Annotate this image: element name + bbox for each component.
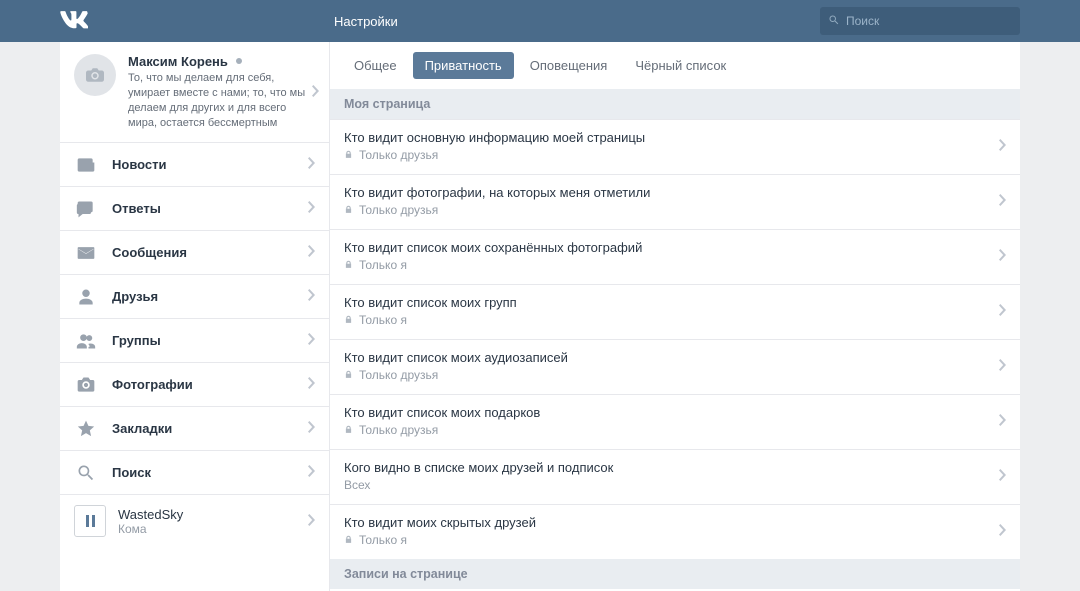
nav-label: Поиск (112, 465, 151, 480)
nav-label: Сообщения (112, 245, 187, 260)
chevron-right-icon (308, 245, 315, 260)
setting-value: Только друзья (344, 148, 999, 162)
page-title: Настройки (334, 14, 398, 29)
privacy-setting-row[interactable]: Кто видит моих скрытых друзей Только я (330, 504, 1020, 559)
nav-label: Закладки (112, 421, 172, 436)
setting-title: Кого видно в списке моих друзей и подпис… (344, 460, 999, 475)
lock-icon (344, 369, 354, 381)
nav-label: Группы (112, 333, 161, 348)
search-box[interactable] (820, 7, 1020, 35)
lock-icon (344, 149, 354, 161)
search-icon (74, 461, 98, 485)
camera-icon (74, 373, 98, 397)
chevron-right-icon (308, 289, 315, 304)
settings-content: ОбщееПриватностьОповещенияЧёрный список … (330, 42, 1020, 591)
setting-title: Кто видит фотографии, на которых меня от… (344, 185, 999, 200)
setting-value: Только я (344, 258, 999, 272)
nav-item-replies[interactable]: Ответы (60, 187, 329, 231)
search-input[interactable] (846, 14, 1012, 28)
nav-item-friend[interactable]: Друзья (60, 275, 329, 319)
setting-title: Кто видит список моих аудиозаписей (344, 350, 999, 365)
vk-logo[interactable] (60, 11, 88, 32)
chevron-right-icon (308, 157, 315, 172)
online-status-dot (236, 58, 242, 64)
news-icon (74, 153, 98, 177)
topbar: Настройки (0, 0, 1080, 42)
nav-item-star[interactable]: Закладки (60, 407, 329, 451)
setting-value: Только я (344, 533, 999, 547)
nav-label: Фотографии (112, 377, 193, 392)
chevron-right-icon (308, 201, 315, 216)
setting-value: Только я (344, 313, 999, 327)
privacy-setting-row[interactable]: Кто видит основную информацию моей стран… (330, 119, 1020, 174)
profile-block[interactable]: Максим Корень То, что мы делаем для себя… (60, 42, 329, 143)
chevron-right-icon (999, 414, 1006, 429)
privacy-setting-row[interactable]: Кто видит список моих сохранённых фотогр… (330, 229, 1020, 284)
setting-value: Только друзья (344, 203, 999, 217)
tab-Общее[interactable]: Общее (342, 52, 409, 79)
chevron-right-icon (999, 249, 1006, 264)
camera-icon (86, 68, 104, 82)
setting-value: Только друзья (344, 368, 999, 382)
chevron-right-icon (308, 377, 315, 392)
chevron-right-icon (999, 194, 1006, 209)
chevron-right-icon (999, 469, 1006, 484)
chevron-right-icon (308, 333, 315, 348)
nav-item-search[interactable]: Поиск (60, 451, 329, 495)
nav-item-camera[interactable]: Фотографии (60, 363, 329, 407)
replies-icon (74, 197, 98, 221)
lock-icon (344, 204, 354, 216)
profile-status: То, что мы делаем для себя, умирает вмес… (128, 71, 315, 130)
setting-title: Кто видит список моих групп (344, 295, 999, 310)
setting-title: Кто видит основную информацию моей стран… (344, 130, 999, 145)
privacy-setting-row[interactable]: Кого видно в списке моих друзей и подпис… (330, 449, 1020, 504)
lock-icon (344, 424, 354, 436)
chevron-right-icon (312, 85, 319, 100)
nav-label: Друзья (112, 289, 158, 304)
chevron-right-icon (308, 421, 315, 436)
pause-button[interactable] (74, 505, 106, 537)
chevron-right-icon (999, 304, 1006, 319)
search-icon (828, 14, 846, 29)
section-header: Записи на странице (330, 559, 1020, 589)
section-header: Моя страница (330, 89, 1020, 119)
messages-icon (74, 241, 98, 265)
profile-name: Максим Корень (128, 54, 228, 69)
sidebar: Максим Корень То, что мы делаем для себя… (60, 42, 330, 591)
privacy-setting-row[interactable]: Кто видит список моих групп Только я (330, 284, 1020, 339)
friend-icon (74, 285, 98, 309)
setting-title: Кто видит список моих сохранённых фотогр… (344, 240, 999, 255)
chevron-right-icon (999, 139, 1006, 154)
lock-icon (344, 259, 354, 271)
avatar (74, 54, 116, 96)
setting-value: Всех (344, 478, 999, 492)
tab-Чёрный список[interactable]: Чёрный список (623, 52, 738, 79)
setting-value: Только друзья (344, 423, 999, 437)
lock-icon (344, 534, 354, 546)
track-artist: Кома (118, 522, 183, 536)
nav-item-news[interactable]: Новости (60, 143, 329, 187)
privacy-setting-row[interactable]: Кто видит фотографии, на которых меня от… (330, 174, 1020, 229)
star-icon (74, 417, 98, 441)
music-player[interactable]: WastedSky Кома (60, 495, 329, 547)
chevron-right-icon (308, 514, 315, 529)
groups-icon (74, 329, 98, 353)
setting-title: Кто видит список моих подарков (344, 405, 999, 420)
lock-icon (344, 314, 354, 326)
nav-item-groups[interactable]: Группы (60, 319, 329, 363)
track-title: WastedSky (118, 507, 183, 522)
nav-item-messages[interactable]: Сообщения (60, 231, 329, 275)
chevron-right-icon (308, 465, 315, 480)
tab-Приватность[interactable]: Приватность (413, 52, 514, 79)
nav-label: Новости (112, 157, 167, 172)
tabs: ОбщееПриватностьОповещенияЧёрный список (330, 42, 1020, 89)
chevron-right-icon (999, 524, 1006, 539)
tab-Оповещения[interactable]: Оповещения (518, 52, 620, 79)
privacy-setting-row[interactable]: Кто видит список моих аудиозаписей Только… (330, 339, 1020, 394)
chevron-right-icon (999, 359, 1006, 374)
nav-label: Ответы (112, 201, 161, 216)
privacy-setting-row[interactable]: Кто видит список моих подарков Только дру… (330, 394, 1020, 449)
setting-title: Кто видит моих скрытых друзей (344, 515, 999, 530)
